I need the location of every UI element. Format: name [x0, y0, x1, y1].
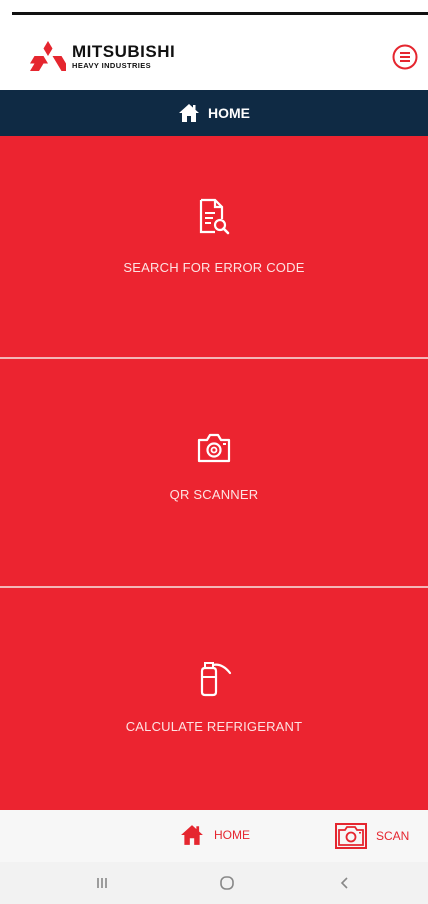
back-icon[interactable] [333, 871, 357, 895]
camera-icon [335, 823, 367, 849]
brand-logo[interactable]: MITSUBISHI HEAVY INDUSTRIES [30, 41, 175, 71]
document-search-icon [199, 198, 230, 235]
tile-label-search: SEARCH FOR ERROR CODE [123, 260, 305, 275]
calculate-refrigerant-tile[interactable]: CALCULATE REFRIGERANT [0, 588, 428, 810]
recent-apps-icon[interactable] [90, 871, 114, 895]
bottom-navigation: HOME SCAN [0, 810, 428, 862]
mitsubishi-diamonds-icon [30, 41, 66, 71]
brand-name: MITSUBISHI [72, 41, 176, 61]
camera-icon [197, 433, 231, 463]
page-title: HOME [208, 105, 250, 121]
status-bar-edge [0, 0, 428, 15]
tile-label-refrigerant: CALCULATE REFRIGERANT [125, 719, 303, 734]
qr-scanner-tile[interactable]: QR SCANNER [0, 359, 428, 586]
app-header: MITSUBISHI HEAVY INDUSTRIES [0, 15, 428, 90]
home-icon [179, 104, 199, 122]
page-title-bar: HOME [0, 90, 428, 136]
system-navigation-bar [0, 862, 428, 904]
tile-label-qr: QR SCANNER [169, 487, 259, 502]
home-circle-icon[interactable] [215, 871, 239, 895]
search-error-code-tile[interactable]: SEARCH FOR ERROR CODE [0, 136, 428, 358]
bottom-nav-home[interactable]: HOME [180, 824, 250, 846]
refrigerant-cylinder-icon [200, 662, 232, 697]
home-icon [181, 825, 203, 845]
bottom-nav-home-label: HOME [214, 828, 250, 842]
bottom-nav-scan-label: SCAN [376, 829, 410, 843]
menu-icon[interactable] [392, 44, 418, 70]
brand-subtitle: HEAVY INDUSTRIES [72, 60, 152, 70]
bottom-nav-scan[interactable]: SCAN [334, 822, 409, 850]
